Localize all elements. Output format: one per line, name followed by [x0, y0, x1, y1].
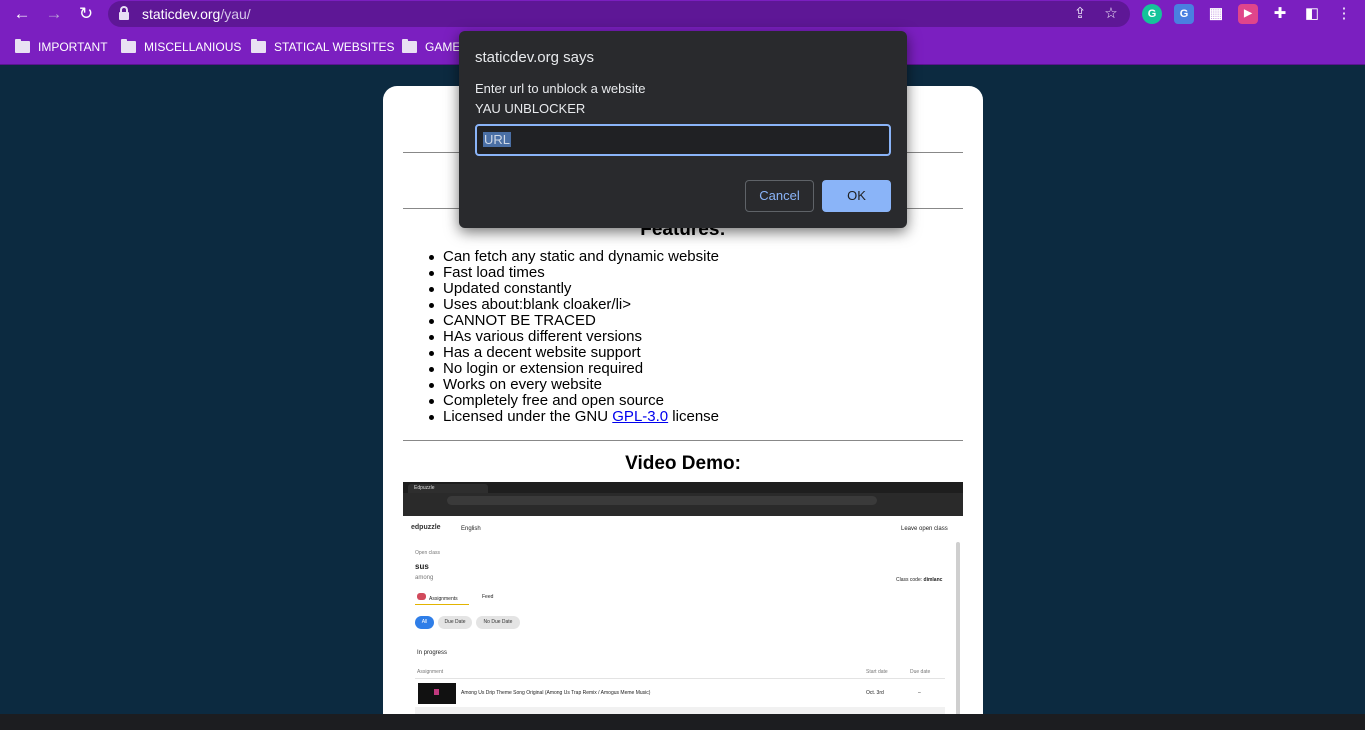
list-item: Uses about:blank cloaker/li>	[429, 297, 963, 313]
divider	[403, 440, 963, 441]
video-col-start: Start date	[866, 669, 888, 675]
share-icon[interactable]: ⇪	[1070, 4, 1090, 24]
list-item: Completely free and open source	[429, 393, 963, 409]
features-list: Can fetch any static and dynamic website…	[429, 249, 963, 425]
video-leave-class: Leave open class	[901, 526, 948, 532]
bookmark-important[interactable]: IMPORTANT	[15, 39, 108, 55]
puzzle-icon[interactable]: ✚	[1270, 4, 1290, 24]
bookmark-miscellanious[interactable]: MISCELLANIOUS	[121, 39, 241, 55]
video-tab-underline	[415, 604, 469, 605]
folder-icon	[15, 39, 30, 53]
kebab-menu-icon[interactable]: ⋮	[1334, 4, 1354, 24]
dialog-message: Enter url to unblock a website YAU UNBLO…	[475, 81, 646, 116]
reload-icon[interactable]: ↻	[74, 3, 98, 25]
cancel-button[interactable]: Cancel	[745, 180, 814, 212]
list-item: No login or extension required	[429, 361, 963, 377]
video-col-assignment: Assignment	[417, 669, 444, 675]
video-class-code: Class code: dimlanc	[896, 577, 943, 583]
list-item: Works on every website	[429, 377, 963, 393]
lock-icon[interactable]	[119, 6, 129, 21]
folder-icon	[402, 39, 417, 53]
star-icon[interactable]: ☆	[1101, 4, 1121, 24]
video-address-bar	[403, 493, 963, 508]
translate-extension-icon[interactable]: G	[1174, 4, 1194, 24]
video-demo[interactable]: Edpuzzle edpuzzle English Leave open cla…	[403, 482, 963, 726]
browser-toolbar: ← → ↻ staticdev.org/yau/ ⇪ ☆ G G ▦ ▶ ✚ ◧…	[0, 0, 1365, 29]
list-item: CANNOT BE TRACED	[429, 313, 963, 329]
prompt-dialog: staticdev.org says Enter url to unblock …	[459, 31, 907, 228]
video-heading: Video Demo:	[625, 453, 741, 474]
video-class-name: sus	[415, 562, 429, 571]
video-filter-no-due: No Due Date	[476, 616, 520, 629]
video-open-class-label: Open class	[415, 550, 441, 556]
video-filter-due: Due Date	[438, 616, 472, 629]
license-item: Licensed under the GNU GPL-3.0 license	[429, 408, 963, 425]
taskbar-shelf	[0, 714, 1365, 730]
video-row-start: Oct. 3rd	[866, 690, 884, 696]
list-item: Updated constantly	[429, 281, 963, 297]
video-filter-all: All	[415, 616, 434, 629]
bookmark-statical-websites[interactable]: STATICAL WEBSITES	[251, 39, 394, 55]
video-tab-strip: Edpuzzle	[403, 482, 963, 493]
url-text[interactable]: staticdev.org/yau/	[142, 6, 251, 22]
video-section-title: In progress	[417, 650, 448, 656]
video-thumbnail	[418, 683, 456, 704]
list-item: HAs various different versions	[429, 329, 963, 345]
dialog-title: staticdev.org says	[475, 49, 594, 66]
address-bar[interactable]: staticdev.org/yau/ ⇪ ☆	[108, 1, 1130, 27]
video-col-due: Due date	[910, 669, 931, 675]
folder-icon	[251, 39, 266, 53]
side-panel-icon[interactable]: ◧	[1302, 4, 1322, 24]
gpl-license-link[interactable]: GPL-3.0	[612, 408, 668, 425]
ok-button[interactable]: OK	[822, 180, 891, 212]
list-item: Has a decent website support	[429, 345, 963, 361]
video-logo: edpuzzle	[411, 524, 441, 531]
video-tab-feed: Feed	[482, 594, 494, 600]
url-input[interactable]: URL	[475, 124, 891, 156]
video-row-due: –	[918, 690, 921, 696]
list-item: Fast load times	[429, 265, 963, 281]
grammarly-extension-icon[interactable]: G	[1142, 4, 1162, 24]
video-class-sub: among	[415, 575, 434, 581]
list-item: Can fetch any static and dynamic website	[429, 249, 963, 265]
video-extension-icon[interactable]: ▶	[1238, 4, 1258, 24]
video-tab: Edpuzzle	[408, 484, 488, 493]
video-row-title: Among Us Drip Theme Song Original (Among…	[461, 690, 651, 696]
video-scrollbar	[956, 542, 960, 726]
video-row-divider	[415, 678, 945, 679]
video-bookmarks	[403, 508, 963, 516]
video-language: English	[461, 526, 481, 532]
forward-icon[interactable]: →	[42, 3, 66, 25]
qr-code-extension-icon[interactable]: ▦	[1206, 4, 1226, 24]
video-tab-assignments: Assignments	[417, 593, 458, 602]
back-icon[interactable]: ←	[10, 3, 34, 25]
folder-icon	[121, 39, 136, 53]
